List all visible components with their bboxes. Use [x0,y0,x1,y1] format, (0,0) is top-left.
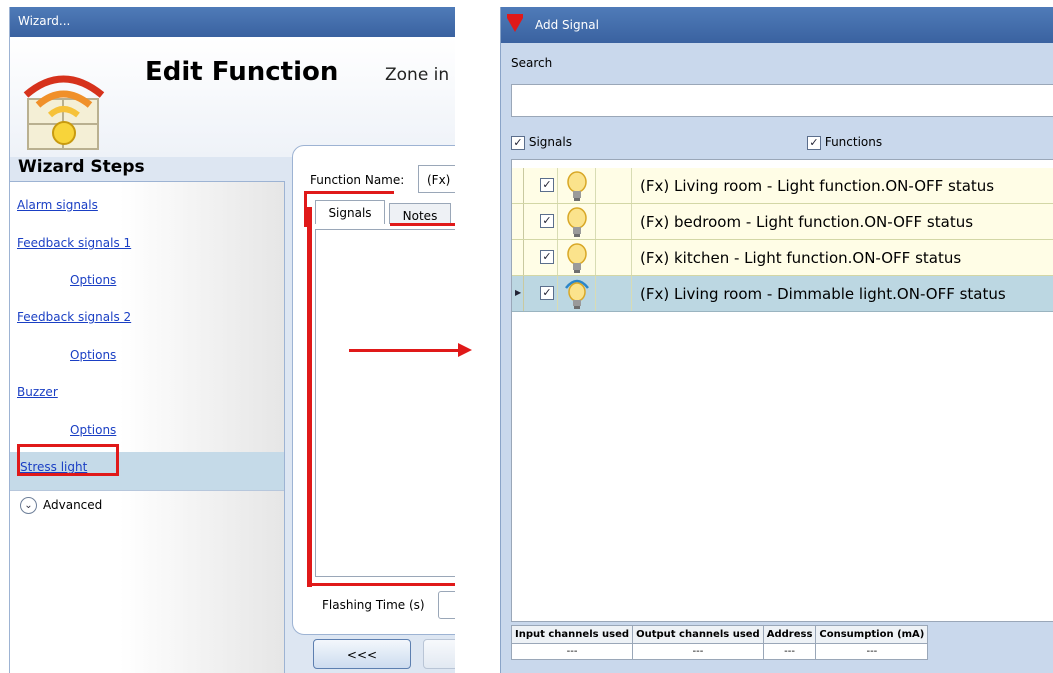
row-spare-cell [596,276,632,311]
search-label: Search [511,56,553,70]
functions-filter-checkbox[interactable]: ✓ [807,135,821,150]
add-signal-titlebar: Add Signal [501,7,1053,43]
row-spare-cell [596,204,632,239]
next-button[interactable] [423,639,455,669]
row-indicator [512,168,524,203]
function-name-label: Function Name: [310,173,405,187]
row-indicator [512,240,524,275]
tab-highlight-line [390,223,455,226]
signal-row[interactable]: ✓ (Fx) kitchen - Light function.ON-OFF s… [512,240,1053,276]
wireless-zone-logo-icon [23,75,105,150]
signal-row-label: (Fx) kitchen - Light function.ON-OFF sta… [640,249,962,267]
row-pointer-icon: ▶ [512,276,524,311]
signals-filter[interactable]: ✓ Signals [511,135,572,150]
functions-filter-label: Functions [824,135,883,149]
wizard-titlebar: Wizard... [10,7,455,37]
add-signal-window: Add Signal Search ✓ Signals ✓ Functions … [500,7,1053,673]
wizard-header: Edit Function Zone in [10,37,455,157]
wizard-window: Wizard... Edit Function Zone in Wizard S… [9,7,455,673]
signals-filter-checkbox[interactable]: ✓ [511,135,525,150]
value-address: --- [762,643,817,660]
function-name-field[interactable]: (Fx) [418,165,455,193]
signal-grid: ✓ (Fx) Living room - Light function.ON-O… [511,159,1053,622]
row-check-cell: ✓ [524,276,558,311]
channel-summary-table: Input channels used Output channels used… [510,625,929,660]
chevron-down-icon[interactable]: ⌄ [20,497,37,514]
add-signal-icon [507,14,523,32]
step-feedback-2-options[interactable]: Options [70,348,116,362]
functions-filter[interactable]: ✓ Functions [807,135,882,150]
dimmable-bulb-icon [565,279,589,309]
search-input[interactable] [511,84,1053,117]
row-checkbox[interactable]: ✓ [540,286,554,300]
value-output-channels: --- [632,643,764,660]
row-checkbox[interactable]: ✓ [540,214,554,228]
light-bulb-icon [567,243,587,273]
row-checkbox[interactable]: ✓ [540,250,554,264]
stress-light-highlight [17,444,119,476]
row-icon-cell [558,276,596,311]
step-buzzer-options[interactable]: Options [70,423,116,437]
row-icon-cell [558,240,596,275]
red-arrow-head-icon [458,343,472,357]
value-consumption: --- [815,643,929,660]
wizard-steps-panel: Alarm signals Feedback signals 1 Options… [10,181,285,673]
step-feedback-signals-2[interactable]: Feedback signals 2 [17,310,131,324]
step-buzzer[interactable]: Buzzer [17,385,58,399]
row-icon-cell [558,168,596,203]
signal-row-label: (Fx) Living room - Light function.ON-OFF… [640,177,995,195]
signals-filter-label: Signals [528,135,572,149]
step-alarm-signals[interactable]: Alarm signals [17,198,98,212]
flashing-time-input[interactable] [438,591,455,619]
page-subtitle: Zone in [385,65,450,85]
light-bulb-icon [567,207,587,237]
wizard-title: Wizard... [18,14,71,28]
header-input-channels: Input channels used [510,625,634,644]
signal-row[interactable]: ✓ (Fx) Living room - Light function.ON-O… [512,168,1053,204]
row-check-cell: ✓ [524,168,558,203]
header-consumption: Consumption (mA) [815,625,929,644]
wizard-steps-title: Wizard Steps [18,157,145,177]
row-spare-cell [596,168,632,203]
signal-row-label: (Fx) Living room - Dimmable light.ON-OFF… [640,285,1006,303]
signal-row-selected[interactable]: ▶ ✓ (Fx) Living room - Dimmable light.ON… [512,276,1053,312]
page-title: Edit Function [145,57,339,87]
step-feedback-1-options[interactable]: Options [70,273,116,287]
advanced-label: Advanced [43,498,103,512]
row-checkbox[interactable]: ✓ [540,178,554,192]
signals-list-area[interactable] [315,229,455,577]
signal-row-label: (Fx) bedroom - Light function.ON-OFF sta… [640,213,974,231]
light-bulb-icon [567,171,587,201]
signal-row[interactable]: ✓ (Fx) bedroom - Light function.ON-OFF s… [512,204,1053,240]
back-button[interactable]: <<< [313,639,411,669]
add-signal-title: Add Signal [535,18,599,32]
row-spare-cell [596,240,632,275]
step-feedback-signals-1[interactable]: Feedback signals 1 [17,236,131,250]
row-check-cell: ✓ [524,204,558,239]
flashing-time-label: Flashing Time (s) [322,598,425,612]
signals-area-highlight [307,207,312,587]
advanced-expander[interactable]: ⌄ Advanced [10,490,284,520]
row-indicator [512,204,524,239]
header-output-channels: Output channels used [632,625,764,644]
tab-notes[interactable]: Notes [389,203,451,224]
value-input-channels: --- [510,643,634,660]
header-address: Address [762,625,817,644]
red-arrow-line [349,349,463,352]
signals-area-highlight-bottom [307,583,455,586]
row-check-cell: ✓ [524,240,558,275]
row-icon-cell [558,204,596,239]
signals-tab-highlight [304,191,394,227]
